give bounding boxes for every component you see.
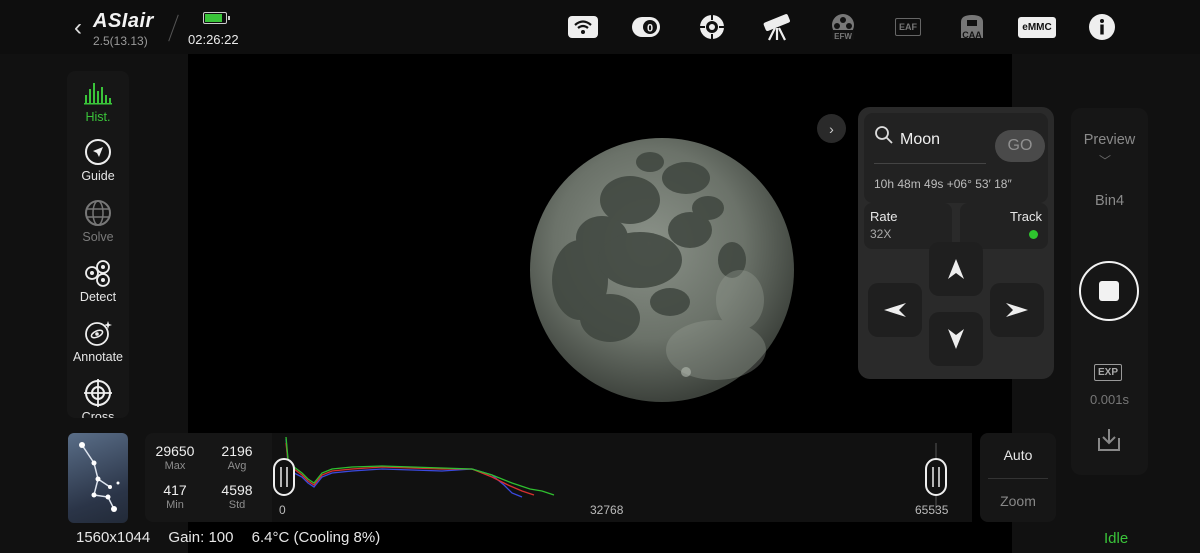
stat-max: 29650 Max xyxy=(155,443,195,472)
app-version: 2.5(13.13) xyxy=(93,34,148,48)
histogram-tick-mid: 32768 xyxy=(590,503,624,517)
chevron-right-icon: › xyxy=(829,120,834,137)
divider xyxy=(168,14,179,42)
camera-zero-icon[interactable]: 0 xyxy=(629,12,663,42)
move-south-button[interactable] xyxy=(929,312,983,366)
globe-icon xyxy=(84,197,112,229)
caa-icon[interactable]: CAA xyxy=(955,12,989,42)
clock: 02:26:22 xyxy=(188,32,239,47)
arrow-right-icon xyxy=(1006,303,1028,317)
svg-text:CAA: CAA xyxy=(962,30,982,40)
stat-min: 417 Min xyxy=(163,482,187,511)
rate-value: 32X xyxy=(870,227,892,241)
tool-solve[interactable]: Solve xyxy=(67,193,129,251)
tool-detect[interactable]: Detect xyxy=(67,253,129,311)
eaf-icon[interactable]: EAF xyxy=(891,12,925,42)
tool-cross[interactable]: Cross xyxy=(67,373,129,418)
target-search: Moon GO 10h 48m 49s +06° 53′ 18″ xyxy=(864,113,1048,203)
move-west-button[interactable] xyxy=(868,283,922,337)
galaxy-icon xyxy=(83,317,113,349)
back-chevron-icon[interactable]: ‹ xyxy=(74,14,82,42)
collapse-panel-button[interactable]: › xyxy=(817,114,846,143)
tool-guide[interactable]: Guide xyxy=(67,132,129,190)
chevron-down-icon[interactable]: ﹀ xyxy=(1099,152,1111,169)
arrow-left-icon xyxy=(884,303,906,317)
go-button[interactable]: GO xyxy=(995,130,1045,162)
capture-panel: Preview ﹀ Bin4 EXP 0.001s xyxy=(1071,108,1148,475)
stop-icon xyxy=(1099,281,1119,301)
target-search-input[interactable]: Moon xyxy=(900,131,940,149)
app-logo: ASIair xyxy=(93,10,154,32)
histogram-trace-green xyxy=(285,436,555,496)
histogram-black-point-handle[interactable] xyxy=(273,458,295,496)
download-icon[interactable] xyxy=(1095,426,1123,459)
resolution-readout: 1560x1044 xyxy=(76,529,151,546)
mount-control-panel: Moon GO 10h 48m 49s +06° 53′ 18″ Rate 32… xyxy=(858,107,1054,379)
svg-text:EFW: EFW xyxy=(834,32,852,41)
histogram-icon xyxy=(83,77,113,109)
histogram-tick-min: 0 xyxy=(279,503,286,517)
histogram-trace-red xyxy=(285,442,535,496)
tool-annotate[interactable]: Annotate xyxy=(67,313,129,371)
stop-capture-button[interactable] xyxy=(1079,261,1139,321)
auto-stretch-button[interactable]: Auto xyxy=(980,447,1056,463)
navigation-icon xyxy=(84,136,112,168)
exposure-value[interactable]: 0.001s xyxy=(1071,392,1148,407)
left-toolbar: Hist. Guide Solve Detect Annotate Cross xyxy=(67,71,129,418)
stat-avg: 2196 Avg xyxy=(221,443,253,472)
search-icon xyxy=(874,125,894,150)
track-status-dot xyxy=(1029,230,1038,239)
histogram-white-point-handle[interactable] xyxy=(925,458,947,496)
move-east-button[interactable] xyxy=(990,283,1044,337)
zoom-button[interactable]: Zoom xyxy=(980,493,1056,509)
top-bar: ‹ ASIair 2.5(13.13) 02:26:22 0 EFW EAF C… xyxy=(0,0,1200,54)
star-map-thumbnail[interactable] xyxy=(68,433,128,523)
search-underline xyxy=(874,163,986,164)
battery-icon xyxy=(203,12,230,24)
tool-histogram[interactable]: Hist. xyxy=(67,73,129,131)
mode-preview[interactable]: Preview xyxy=(1071,132,1148,148)
temperature-readout: 6.4°C (Cooling 8%) xyxy=(251,529,381,546)
direction-pad xyxy=(858,242,1054,379)
moon-image xyxy=(520,130,810,420)
stat-std: 4598 Std xyxy=(221,482,253,511)
histogram-tick-max: 65535 xyxy=(915,503,949,517)
status-badge: Idle xyxy=(1104,530,1129,547)
crosshair-icon xyxy=(84,377,112,409)
emmc-icon[interactable]: eMMC xyxy=(1018,12,1056,42)
arrow-up-icon xyxy=(948,259,964,279)
track-label: Track xyxy=(1009,209,1042,224)
histogram-panel: 0 32768 65535 xyxy=(272,433,972,522)
target-coordinates: 10h 48m 49s +06° 53′ 18″ xyxy=(874,177,1012,191)
detect-stars-icon xyxy=(83,257,113,289)
info-icon[interactable] xyxy=(1085,12,1119,42)
wifi-icon[interactable] xyxy=(566,12,600,42)
efw-icon[interactable]: EFW xyxy=(826,12,860,42)
telescope-icon[interactable] xyxy=(760,12,794,42)
arrow-down-icon xyxy=(948,329,964,349)
rate-label: Rate xyxy=(870,209,898,224)
stretch-controls: Auto Zoom xyxy=(980,433,1056,522)
gain-readout: Gain: 100 xyxy=(168,529,234,546)
guide-scope-icon[interactable] xyxy=(695,12,729,42)
svg-text:0: 0 xyxy=(647,23,653,35)
move-north-button[interactable] xyxy=(929,242,983,296)
exposure-icon[interactable]: EXP xyxy=(1094,364,1123,381)
divider xyxy=(988,478,1048,479)
image-statistics: 29650 Max 2196 Avg 417 Min 4598 Std xyxy=(145,433,272,522)
bin-selector[interactable]: Bin4 xyxy=(1071,193,1148,209)
camera-status-line: 1560x1044 Gain: 100 6.4°C (Cooling 8%) xyxy=(76,529,394,546)
